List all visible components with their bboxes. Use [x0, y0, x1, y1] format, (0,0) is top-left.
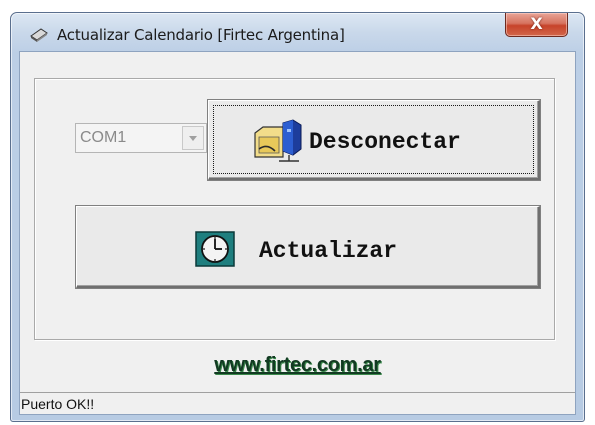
app-icon [30, 28, 48, 42]
port-select[interactable]: COM1 [75, 123, 207, 153]
clock-icon [195, 231, 235, 267]
window-title: Actualizar Calendario [Firtec Argentina] [57, 26, 345, 44]
status-bar: Puerto OK!! [20, 392, 575, 414]
port-select-dropdown-button[interactable] [182, 126, 204, 150]
network-computer-icon [254, 119, 302, 162]
status-text: Puerto OK!! [21, 396, 95, 412]
client-area: COM1 Desconectar Actualizar www.firtec.c… [19, 51, 576, 415]
update-button-label: Actualizar [259, 238, 398, 264]
update-button[interactable]: Actualizar [76, 206, 540, 288]
disconnect-button[interactable]: Desconectar [208, 100, 540, 180]
title-bar[interactable]: Actualizar Calendario [Firtec Argentina]… [11, 13, 584, 53]
dialog-window: Actualizar Calendario [Firtec Argentina]… [10, 12, 585, 422]
chevron-down-icon [189, 136, 197, 141]
port-select-value: COM1 [80, 129, 127, 146]
close-icon: X [530, 14, 543, 33]
disconnect-button-label: Desconectar [309, 129, 461, 155]
close-button[interactable]: X [505, 13, 568, 37]
website-link[interactable]: www.firtec.com.ar [20, 354, 575, 377]
